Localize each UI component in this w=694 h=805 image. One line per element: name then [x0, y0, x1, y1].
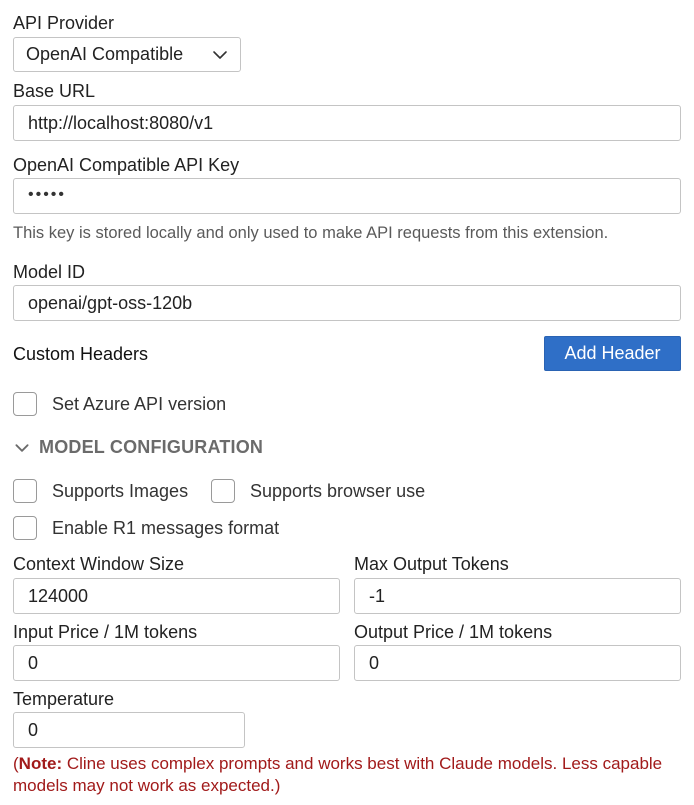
api-provider-label: API Provider: [13, 13, 115, 33]
custom-headers-label: Custom Headers: [13, 344, 149, 364]
context-window-label: Context Window Size: [13, 554, 185, 574]
note-text: Cline uses complex prompts and works bes…: [13, 754, 663, 795]
max-output-input[interactable]: [354, 578, 681, 614]
supports-images-checkbox[interactable]: [13, 479, 37, 503]
supports-images-label[interactable]: Supports Images: [52, 481, 188, 502]
input-price-label: Input Price / 1M tokens: [13, 622, 198, 642]
r1-format-checkbox[interactable]: [13, 516, 37, 540]
model-id-label: Model ID: [13, 262, 86, 282]
add-header-button[interactable]: Add Header: [544, 336, 681, 371]
max-output-label: Max Output Tokens: [354, 554, 509, 574]
base-url-label: Base URL: [13, 81, 96, 101]
azure-api-version-label[interactable]: Set Azure API version: [52, 394, 226, 415]
output-price-label: Output Price / 1M tokens: [354, 622, 553, 642]
r1-format-label[interactable]: Enable R1 messages format: [52, 518, 279, 539]
output-price-input[interactable]: [354, 645, 681, 681]
api-provider-value: OpenAI Compatible: [26, 44, 184, 64]
model-configuration-header[interactable]: MODEL CONFIGURATION: [13, 437, 263, 458]
api-provider-select[interactable]: OpenAI Compatible: [13, 37, 241, 72]
supports-browser-checkbox[interactable]: [211, 479, 235, 503]
api-key-masked-value: •••••: [28, 186, 67, 203]
supports-browser-label[interactable]: Supports browser use: [250, 481, 425, 502]
model-configuration-title: MODEL CONFIGURATION: [39, 437, 264, 457]
chevron-down-icon: [15, 443, 29, 452]
model-id-input[interactable]: [13, 285, 681, 321]
input-price-input[interactable]: [13, 645, 340, 681]
api-key-label: OpenAI Compatible API Key: [13, 155, 240, 175]
base-url-input[interactable]: [13, 105, 681, 141]
chevron-down-icon: [213, 51, 227, 59]
api-key-hint: This key is stored locally and only used…: [13, 224, 609, 242]
note-prefix: Note:: [18, 754, 63, 773]
temperature-label: Temperature: [13, 689, 115, 709]
azure-api-version-checkbox[interactable]: [13, 392, 37, 416]
context-window-input[interactable]: [13, 578, 340, 614]
api-key-input[interactable]: [13, 178, 681, 214]
claude-models-note: (Note: Cline uses complex prompts and wo…: [13, 754, 663, 795]
temperature-input[interactable]: [13, 712, 245, 748]
